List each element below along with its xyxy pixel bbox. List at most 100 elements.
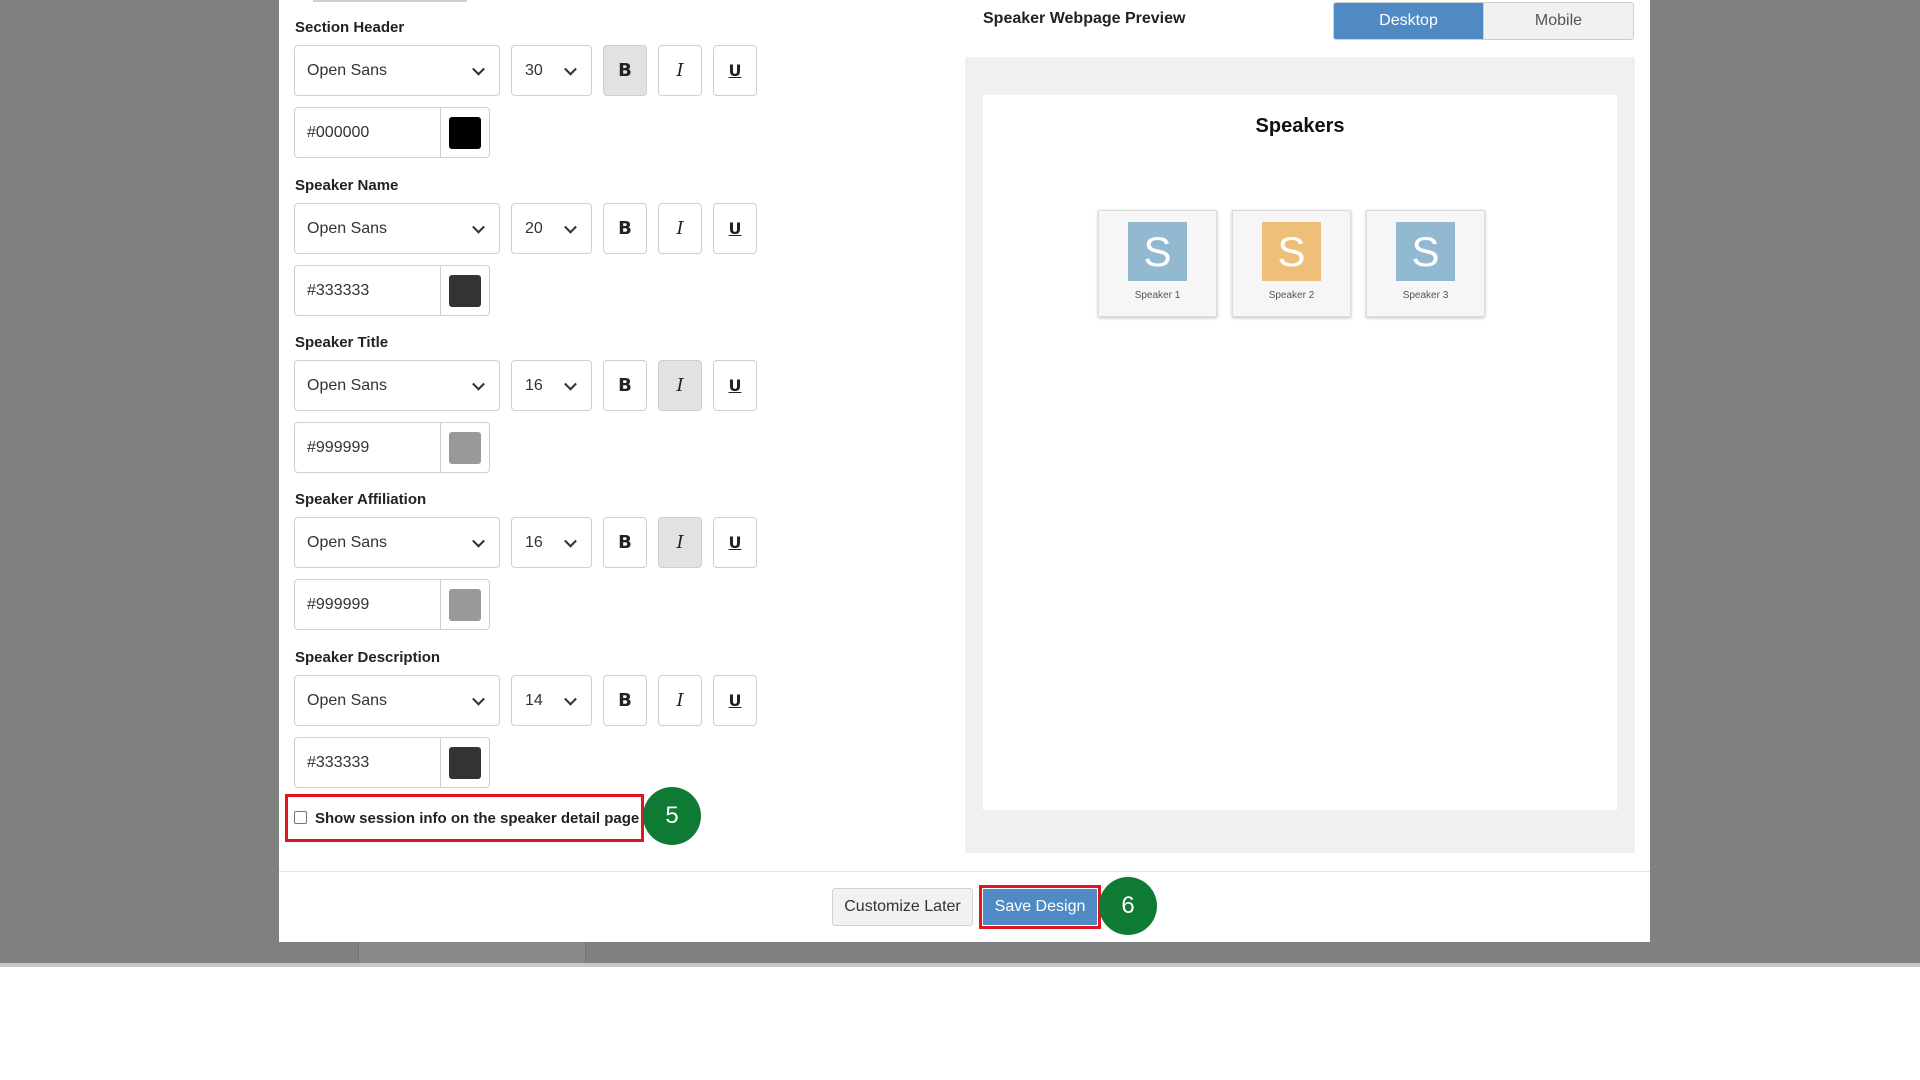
session-info-checkbox[interactable]	[294, 810, 307, 824]
underline-button[interactable]: U	[713, 360, 757, 411]
chevron-down-icon	[564, 220, 577, 234]
speaker-card: S Speaker 1	[1098, 210, 1217, 317]
underline-icon: U	[728, 533, 742, 552]
bold-icon: B	[618, 60, 632, 81]
scrolled-field-edge	[313, 0, 467, 2]
speaker-cards: S Speaker 1 S Speaker 2 S Speaker 3	[1098, 210, 1485, 317]
italic-icon: I	[676, 532, 684, 553]
step-badge-5: 5	[643, 787, 701, 845]
chevron-down-icon	[564, 534, 577, 548]
speaker-avatar: S	[1128, 222, 1187, 281]
step-badge-6: 6	[1099, 877, 1157, 935]
underline-button[interactable]: U	[713, 675, 757, 726]
backdrop-edge	[0, 963, 1920, 967]
underline-button[interactable]: U	[713, 45, 757, 96]
font-family-value: Open Sans	[307, 61, 388, 79]
font-size-select[interactable]: 16	[511, 517, 592, 568]
preview-heading: Speakers	[1255, 115, 1345, 137]
font-family-select[interactable]: Open Sans	[294, 45, 500, 96]
color-swatch[interactable]	[449, 431, 481, 464]
section-label: Speaker Name	[295, 177, 399, 194]
speaker-name: Speaker 3	[1402, 290, 1449, 301]
font-family-value: Open Sans	[307, 533, 388, 551]
device-toggle: Desktop Mobile	[1333, 2, 1634, 40]
font-family-value: Open Sans	[307, 691, 388, 709]
desktop-toggle-button[interactable]: Desktop	[1334, 3, 1483, 39]
mobile-toggle-button[interactable]: Mobile	[1483, 3, 1633, 39]
underline-button[interactable]: U	[713, 203, 757, 254]
design-modal: Section Header Open Sans 30 B I U #00000…	[279, 0, 1650, 942]
underline-icon: U	[728, 691, 742, 710]
speaker-card: S Speaker 2	[1232, 210, 1351, 317]
color-hex-input[interactable]: #333333	[295, 738, 441, 787]
speaker-avatar: S	[1396, 222, 1455, 281]
bold-button[interactable]: B	[603, 203, 647, 254]
color-field[interactable]: #999999	[294, 422, 490, 473]
speaker-avatar: S	[1262, 222, 1321, 281]
chevron-down-icon	[564, 62, 577, 76]
underline-button[interactable]: U	[713, 517, 757, 568]
session-info-checkbox-label[interactable]: Show session info on the speaker detail …	[315, 810, 639, 827]
section-label: Section Header	[295, 19, 405, 36]
bold-button[interactable]: B	[603, 675, 647, 726]
color-field[interactable]: #999999	[294, 579, 490, 630]
font-size-value: 30	[525, 61, 543, 79]
background-tab	[358, 942, 586, 964]
chevron-down-icon	[472, 692, 485, 706]
italic-button[interactable]: I	[658, 517, 702, 568]
color-hex-input[interactable]: #333333	[295, 266, 441, 315]
section-label: Speaker Affiliation	[295, 491, 427, 508]
color-hex-input[interactable]: #999999	[295, 580, 441, 629]
section-label: Speaker Description	[295, 649, 441, 666]
bold-icon: B	[618, 532, 632, 553]
italic-button[interactable]: I	[658, 675, 702, 726]
font-size-value: 16	[525, 376, 543, 394]
color-swatch[interactable]	[449, 274, 481, 307]
session-info-checkbox-row[interactable]: Show session info on the speaker detail …	[285, 794, 644, 842]
font-family-select[interactable]: Open Sans	[294, 203, 500, 254]
chevron-down-icon	[472, 62, 485, 76]
color-swatch[interactable]	[449, 116, 481, 149]
speaker-name: Speaker 2	[1268, 290, 1315, 301]
bold-icon: B	[618, 375, 632, 396]
chevron-down-icon	[564, 692, 577, 706]
font-size-select[interactable]: 16	[511, 360, 592, 411]
section-label: Speaker Title	[295, 334, 389, 351]
font-family-select[interactable]: Open Sans	[294, 517, 500, 568]
italic-button[interactable]: I	[658, 360, 702, 411]
bold-icon: B	[618, 690, 632, 711]
chevron-down-icon	[472, 377, 485, 391]
font-family-value: Open Sans	[307, 376, 388, 394]
font-size-select[interactable]: 30	[511, 45, 592, 96]
color-swatch[interactable]	[449, 746, 481, 779]
color-field[interactable]: #333333	[294, 737, 490, 788]
preview-title: Speaker Webpage Preview	[983, 10, 1186, 27]
bold-button[interactable]: B	[603, 45, 647, 96]
color-hex-input[interactable]: #000000	[295, 108, 441, 157]
color-field[interactable]: #333333	[294, 265, 490, 316]
font-size-value: 20	[525, 219, 543, 237]
save-design-button[interactable]: Save Design	[983, 889, 1097, 925]
underline-icon: U	[728, 376, 742, 395]
italic-icon: I	[676, 375, 684, 396]
bold-button[interactable]: B	[603, 360, 647, 411]
speaker-card: S Speaker 3	[1366, 210, 1485, 317]
underline-icon: U	[728, 61, 742, 80]
font-family-select[interactable]: Open Sans	[294, 675, 500, 726]
color-swatch[interactable]	[449, 588, 481, 621]
customize-later-button[interactable]: Customize Later	[832, 888, 973, 926]
italic-button[interactable]: I	[658, 203, 702, 254]
chevron-down-icon	[472, 534, 485, 548]
font-family-select[interactable]: Open Sans	[294, 360, 500, 411]
color-field[interactable]: #000000	[294, 107, 490, 158]
italic-button[interactable]: I	[658, 45, 702, 96]
preview-page: Speakers S Speaker 1 S Speaker 2 S Speak…	[983, 95, 1617, 810]
color-hex-input[interactable]: #999999	[295, 423, 441, 472]
font-size-select[interactable]: 14	[511, 675, 592, 726]
font-size-select[interactable]: 20	[511, 203, 592, 254]
font-size-value: 16	[525, 533, 543, 551]
bold-icon: B	[618, 218, 632, 239]
chevron-down-icon	[564, 377, 577, 391]
speaker-name: Speaker 1	[1134, 290, 1181, 301]
bold-button[interactable]: B	[603, 517, 647, 568]
